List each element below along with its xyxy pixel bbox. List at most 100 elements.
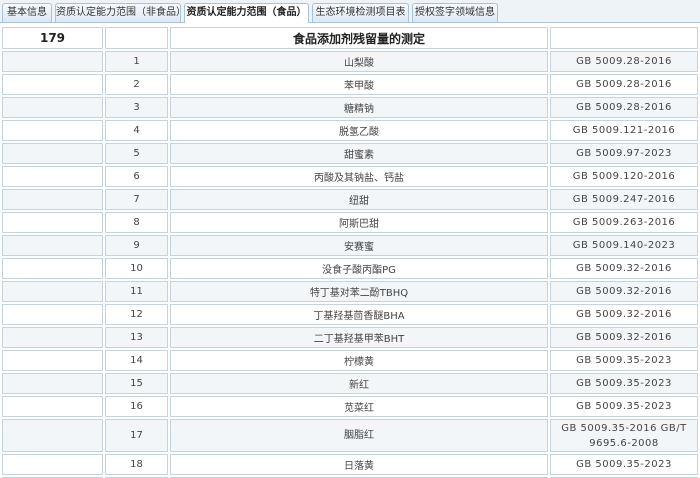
empty-cell: [2, 143, 103, 164]
empty-cell: [2, 166, 103, 187]
item-name: 安赛蜜: [170, 235, 548, 256]
item-standard: GB 5009.140-2023: [550, 235, 698, 256]
empty-cell: [2, 189, 103, 210]
item-name: 苋菜红: [170, 396, 548, 417]
item-name: 阿斯巴甜: [170, 212, 548, 233]
item-number: 13: [105, 327, 168, 348]
table-row: 15 新红 GB 5009.35-2023: [2, 373, 698, 394]
group-number: 179: [2, 27, 103, 49]
item-number: 11: [105, 281, 168, 302]
item-standard: GB 5009.35-2023: [550, 350, 698, 371]
item-name: 没食子酸丙酯PG: [170, 258, 548, 279]
scope-table: 179 食品添加剂残留量的测定 1 山梨酸 GB 5009.28-2016 2 苯甲酸 G…: [0, 25, 700, 478]
empty-cell: [2, 373, 103, 394]
table-row: 7 纽甜 GB 5009.247-2016: [2, 189, 698, 210]
item-standard: GB 5009.35-2023: [550, 373, 698, 394]
table-row: 11 特丁基对苯二酚TBHQ GB 5009.32-2016: [2, 281, 698, 302]
item-number: 9: [105, 235, 168, 256]
item-name: 新红: [170, 373, 548, 394]
empty-cell: [2, 97, 103, 118]
item-name: 脱氢乙酸: [170, 120, 548, 141]
table-row: 2 苯甲酸 GB 5009.28-2016: [2, 74, 698, 95]
header-empty-cell: [105, 27, 168, 49]
item-number: 5: [105, 143, 168, 164]
scope-table-container: 179 食品添加剂残留量的测定 1 山梨酸 GB 5009.28-2016 2 苯甲酸 G…: [0, 25, 700, 478]
table-row: 5 甜蜜素 GB 5009.97-2023: [2, 143, 698, 164]
item-number: 17: [105, 419, 168, 452]
item-name: 山梨酸: [170, 51, 548, 72]
item-number: 6: [105, 166, 168, 187]
tab-basic-info[interactable]: 基本信息: [2, 3, 52, 22]
empty-cell: [2, 258, 103, 279]
tab-eco-env-items[interactable]: 生态环境检测项目表: [312, 3, 409, 22]
item-number: 15: [105, 373, 168, 394]
item-name: 糖精钠: [170, 97, 548, 118]
item-standard: GB 5009.28-2016: [550, 74, 698, 95]
empty-cell: [2, 454, 103, 475]
table-row: 1 山梨酸 GB 5009.28-2016: [2, 51, 698, 72]
empty-cell: [2, 120, 103, 141]
item-standard: GB 5009.247-2016: [550, 189, 698, 210]
empty-cell: [2, 327, 103, 348]
table-row: 14 柠檬黄 GB 5009.35-2023: [2, 350, 698, 371]
table-row: 10 没食子酸丙酯PG GB 5009.32-2016: [2, 258, 698, 279]
table-row: 4 脱氢乙酸 GB 5009.121-2016: [2, 120, 698, 141]
item-name: 胭脂红: [170, 419, 548, 452]
item-number: 18: [105, 454, 168, 475]
item-name: 柠檬黄: [170, 350, 548, 371]
item-standard: GB 5009.97-2023: [550, 143, 698, 164]
item-standard: GB 5009.263-2016: [550, 212, 698, 233]
empty-cell: [2, 235, 103, 256]
item-number: 4: [105, 120, 168, 141]
item-number: 1: [105, 51, 168, 72]
empty-cell: [2, 74, 103, 95]
empty-cell: [2, 396, 103, 417]
item-number: 8: [105, 212, 168, 233]
table-row: 17 胭脂红 GB 5009.35-2016 GB/T 9695.6-2008: [2, 419, 698, 452]
header-empty-cell: [550, 27, 698, 49]
item-standard: GB 5009.32-2016: [550, 258, 698, 279]
item-standard: GB 5009.32-2016: [550, 327, 698, 348]
item-name: 苯甲酸: [170, 74, 548, 95]
item-standard: GB 5009.28-2016: [550, 51, 698, 72]
item-name: 二丁基羟基甲苯BHT: [170, 327, 548, 348]
table-row: 16 苋菜红 GB 5009.35-2023: [2, 396, 698, 417]
empty-cell: [2, 304, 103, 325]
tab-scope-non-food[interactable]: 资质认定能力范围（非食品）: [55, 3, 181, 22]
item-number: 2: [105, 74, 168, 95]
item-standard: GB 5009.32-2016: [550, 304, 698, 325]
tab-bar: 基本信息 资质认定能力范围（非食品） 资质认定能力范围（食品） 生态环境检测项目…: [0, 0, 700, 23]
item-standard: GB 5009.32-2016: [550, 281, 698, 302]
item-number: 14: [105, 350, 168, 371]
empty-cell: [2, 419, 103, 452]
table-row: 3 糖精钠 GB 5009.28-2016: [2, 97, 698, 118]
item-number: 12: [105, 304, 168, 325]
table-row: 8 阿斯巴甜 GB 5009.263-2016: [2, 212, 698, 233]
empty-cell: [2, 350, 103, 371]
item-name: 特丁基对苯二酚TBHQ: [170, 281, 548, 302]
item-standard: GB 5009.121-2016: [550, 120, 698, 141]
item-number: 7: [105, 189, 168, 210]
item-name: 丁基羟基茴香醚BHA: [170, 304, 548, 325]
item-number: 3: [105, 97, 168, 118]
item-standard: GB 5009.28-2016: [550, 97, 698, 118]
item-number: 10: [105, 258, 168, 279]
tab-signatory-fields[interactable]: 授权签字领域信息: [412, 3, 498, 22]
item-name: 日落黄: [170, 454, 548, 475]
item-standard: GB 5009.35-2023: [550, 454, 698, 475]
table-row: 6 丙酸及其钠盐、钙盐 GB 5009.120-2016: [2, 166, 698, 187]
empty-cell: [2, 212, 103, 233]
tab-scope-food[interactable]: 资质认定能力范围（食品）: [184, 3, 309, 23]
item-standard: GB 5009.35-2016 GB/T 9695.6-2008: [550, 419, 698, 452]
group-header-row: 179 食品添加剂残留量的测定: [2, 27, 698, 49]
item-standard: GB 5009.120-2016: [550, 166, 698, 187]
empty-cell: [2, 51, 103, 72]
table-row: 18 日落黄 GB 5009.35-2023: [2, 454, 698, 475]
item-number: 16: [105, 396, 168, 417]
group-title: 食品添加剂残留量的测定: [170, 27, 548, 49]
table-row: 12 丁基羟基茴香醚BHA GB 5009.32-2016: [2, 304, 698, 325]
item-name: 丙酸及其钠盐、钙盐: [170, 166, 548, 187]
item-standard: GB 5009.35-2023: [550, 396, 698, 417]
item-name: 甜蜜素: [170, 143, 548, 164]
table-row: 13 二丁基羟基甲苯BHT GB 5009.32-2016: [2, 327, 698, 348]
